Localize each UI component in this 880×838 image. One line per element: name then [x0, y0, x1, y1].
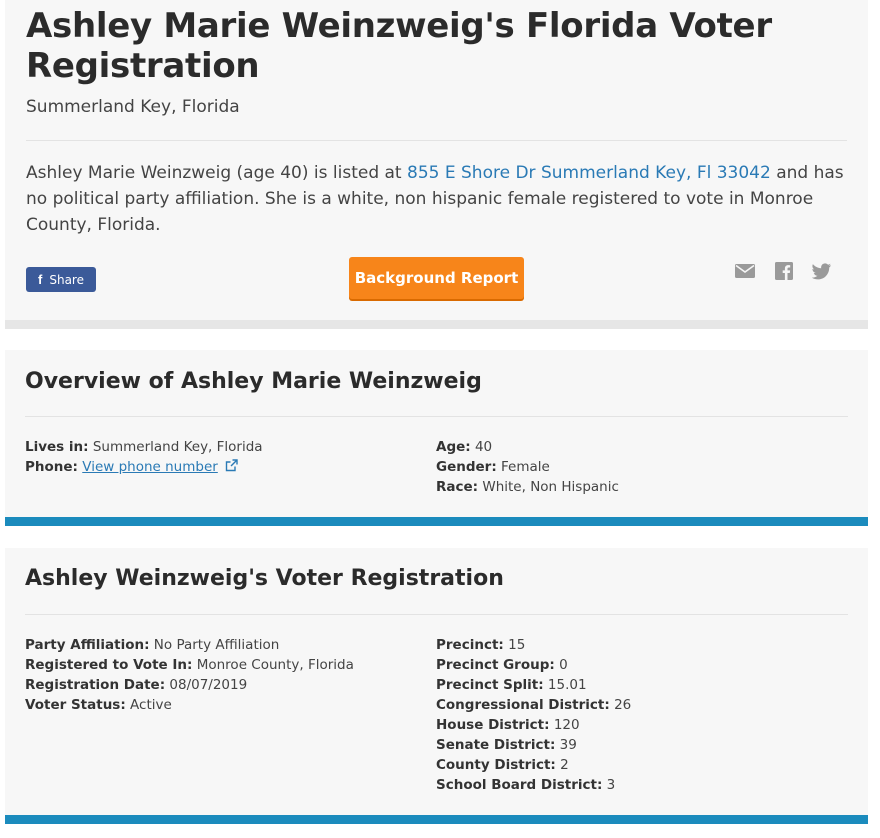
divider [26, 140, 847, 141]
field-label: Gender: [436, 459, 497, 475]
lives-in-row: Lives in: Summerland Key, Florida [25, 437, 263, 457]
field-value: Monroe County, Florida [196, 657, 354, 673]
field-value: 15.01 [547, 677, 587, 693]
field-label: Lives in: [25, 439, 89, 455]
field-label: School Board District: [436, 777, 603, 793]
field-value: White, Non Hispanic [482, 479, 619, 495]
overview-card: Overview of Ashley Marie Weinzweig Lives… [5, 350, 868, 526]
registration-date-row: Registration Date: 08/07/2019 [25, 675, 354, 695]
location-subtitle: Summerland Key, Florida [26, 97, 240, 117]
registration-title: Ashley Weinzweig's Voter Registration [25, 566, 504, 591]
field-value: 120 [553, 717, 580, 733]
description-text: Ashley Marie Weinzweig (age 40) is liste… [26, 163, 408, 183]
congressional-district-row: Congressional District: 26 [436, 695, 631, 715]
field-label: Registration Date: [25, 677, 166, 693]
facebook-icon[interactable] [774, 262, 794, 280]
facebook-share-button[interactable]: f Share [26, 267, 96, 292]
field-value: 3 [606, 777, 616, 793]
facebook-f-icon: f [38, 272, 43, 287]
county-district-row: County District: 2 [436, 755, 631, 775]
field-value: 40 [474, 439, 493, 455]
address-link[interactable]: 855 E Shore Dr Summerland Key, Fl 33042 [407, 163, 771, 183]
school-board-district-row: School Board District: 3 [436, 775, 631, 795]
precinct-split-row: Precinct Split: 15.01 [436, 675, 631, 695]
field-label: Registered to Vote In: [25, 657, 193, 673]
gender-row: Gender: Female [436, 457, 619, 477]
field-label: Precinct Group: [436, 657, 555, 673]
precinct-group-row: Precinct Group: 0 [436, 655, 631, 675]
overview-title: Overview of Ashley Marie Weinzweig [25, 369, 482, 394]
field-value: 2 [560, 757, 569, 773]
voter-registration-card: Ashley Weinzweig's Voter Registration Pa… [5, 548, 868, 824]
overview-left-column: Lives in: Summerland Key, Florida Phone:… [25, 437, 263, 477]
field-value: Female [501, 459, 550, 475]
field-label: Senate District: [436, 737, 556, 753]
field-value: Summerland Key, Florida [92, 439, 263, 455]
senate-district-row: Senate District: 39 [436, 735, 631, 755]
field-label: Race: [436, 479, 479, 495]
field-value: No Party Affiliation [153, 637, 280, 653]
field-value: Active [130, 697, 172, 713]
party-affiliation-row: Party Affiliation: No Party Affiliation [25, 635, 354, 655]
registration-left-column: Party Affiliation: No Party Affiliation … [25, 635, 354, 715]
field-label: Party Affiliation: [25, 637, 150, 653]
profile-header-card: Ashley Marie Weinzweig's Florida Voter R… [5, 0, 868, 329]
age-row: Age: 40 [436, 437, 619, 457]
field-value: 39 [559, 737, 577, 753]
phone-row: Phone: View phone number [25, 457, 263, 477]
field-value: 08/07/2019 [169, 677, 248, 693]
field-value: 15 [508, 637, 526, 653]
voter-status-row: Voter Status: Active [25, 695, 354, 715]
registration-right-column: Precinct: 15 Precinct Group: 0 Precinct … [436, 635, 631, 795]
registered-in-row: Registered to Vote In: Monroe County, Fl… [25, 655, 354, 675]
page-title: Ashley Marie Weinzweig's Florida Voter R… [26, 6, 772, 86]
field-label: Congressional District: [436, 697, 610, 713]
overview-right-column: Age: 40 Gender: Female Race: White, Non … [436, 437, 619, 497]
view-phone-number-link[interactable]: View phone number [82, 459, 218, 475]
phone-link-text: View phone number [82, 459, 218, 475]
field-label: Phone: [25, 459, 78, 475]
race-row: Race: White, Non Hispanic [436, 477, 619, 497]
field-label: Precinct: [436, 637, 504, 653]
divider [25, 614, 848, 615]
mail-icon[interactable] [735, 262, 755, 280]
background-report-button[interactable]: Background Report [349, 257, 524, 299]
field-label: County District: [436, 757, 556, 773]
precinct-row: Precinct: 15 [436, 635, 631, 655]
field-value: 26 [614, 697, 632, 713]
field-label: Voter Status: [25, 697, 126, 713]
profile-description: Ashley Marie Weinzweig (age 40) is liste… [26, 160, 848, 238]
field-label: Precinct Split: [436, 677, 544, 693]
field-label: Age: [436, 439, 471, 455]
house-district-row: House District: 120 [436, 715, 631, 735]
field-label: House District: [436, 717, 550, 733]
divider [25, 416, 848, 417]
field-value: 0 [559, 657, 568, 673]
share-label: Share [49, 272, 84, 287]
twitter-icon[interactable] [812, 262, 832, 280]
external-link-icon [225, 459, 238, 472]
